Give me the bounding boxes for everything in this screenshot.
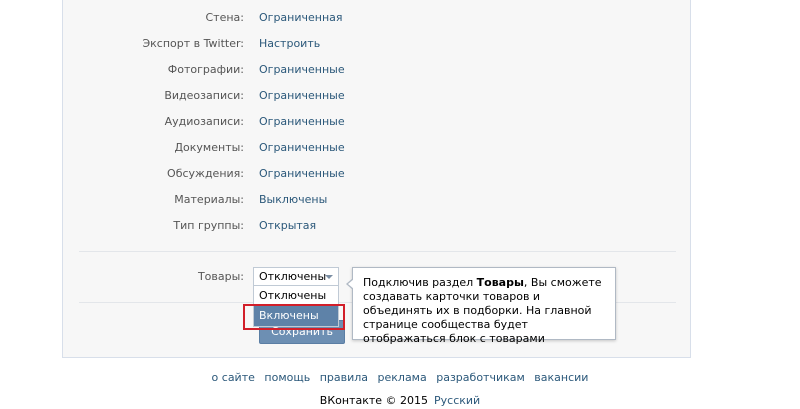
goods-select[interactable]: Отключены: [253, 267, 339, 286]
setting-row-documents: Документы: Ограниченные: [63, 140, 692, 156]
setting-label: Материалы:: [174, 193, 244, 206]
footer-link-ads[interactable]: реклама: [378, 371, 427, 384]
dropdown-option-disabled[interactable]: Отключены: [254, 286, 338, 306]
setting-row-materials: Материалы: Выключены: [63, 192, 692, 208]
setting-value-link[interactable]: Настроить: [259, 36, 320, 52]
tooltip-text-bold: Товары: [476, 276, 524, 289]
setting-value-link[interactable]: Ограниченные: [259, 140, 345, 156]
section-divider: [79, 251, 676, 252]
setting-label: Экспорт в Twitter:: [142, 37, 244, 50]
setting-label: Аудиозаписи:: [164, 115, 244, 128]
tooltip-tail-inner: [348, 279, 354, 289]
dropdown-option-enabled[interactable]: Включены: [254, 306, 338, 326]
chevron-down-icon[interactable]: [325, 275, 333, 279]
setting-row-wall: Стена: Ограниченная: [63, 10, 692, 26]
setting-row-audio: Аудиозаписи: Ограниченные: [63, 114, 692, 130]
setting-row-photos: Фотографии: Ограниченные: [63, 62, 692, 78]
goods-dropdown-menu: Отключены Включены: [253, 286, 339, 327]
copyright-text: ВКонтакте © 2015: [319, 394, 429, 407]
setting-row-discussions: Обсуждения: Ограниченные: [63, 166, 692, 182]
goods-label: Товары:: [197, 270, 244, 283]
goods-select-value: Отключены: [259, 270, 327, 283]
footer-link-jobs[interactable]: вакансии: [534, 371, 588, 384]
setting-row-twitter-export: Экспорт в Twitter: Настроить: [63, 36, 692, 52]
setting-row-group-type: Тип группы: Открытая: [63, 218, 692, 234]
setting-value-link[interactable]: Выключены: [259, 192, 327, 208]
setting-value-link[interactable]: Открытая: [259, 218, 316, 234]
goods-tooltip: Подключив раздел Товары, Вы сможете созд…: [346, 267, 616, 345]
setting-value-link[interactable]: Ограниченные: [259, 62, 345, 78]
setting-value-link[interactable]: Ограниченные: [259, 88, 345, 104]
setting-value-link[interactable]: Ограниченные: [259, 114, 345, 130]
settings-panel: Стена: Ограниченная Экспорт в Twitter: Н…: [62, 0, 691, 358]
language-link[interactable]: Русский: [434, 394, 480, 407]
setting-label: Тип группы:: [173, 219, 244, 232]
setting-label: Стена:: [205, 11, 245, 24]
setting-label: Фотографии:: [167, 63, 244, 76]
footer-link-about[interactable]: о сайте: [212, 371, 255, 384]
setting-label: Обсуждения:: [167, 167, 244, 180]
setting-label: Документы:: [174, 141, 244, 154]
footer-links: о сайте помощь правила реклама разработч…: [0, 371, 800, 384]
setting-label: Видеозаписи:: [164, 89, 244, 102]
footer-link-rules[interactable]: правила: [320, 371, 368, 384]
footer-link-developers[interactable]: разработчикам: [436, 371, 525, 384]
setting-row-videos: Видеозаписи: Ограниченные: [63, 88, 692, 104]
tooltip-text-prefix: Подключив раздел: [363, 276, 477, 289]
footer-copyright: ВКонтакте © 2015 Русский: [0, 394, 800, 407]
footer-link-help[interactable]: помощь: [264, 371, 310, 384]
setting-value-link[interactable]: Ограниченные: [259, 166, 345, 182]
setting-value-link[interactable]: Ограниченная: [259, 10, 343, 26]
